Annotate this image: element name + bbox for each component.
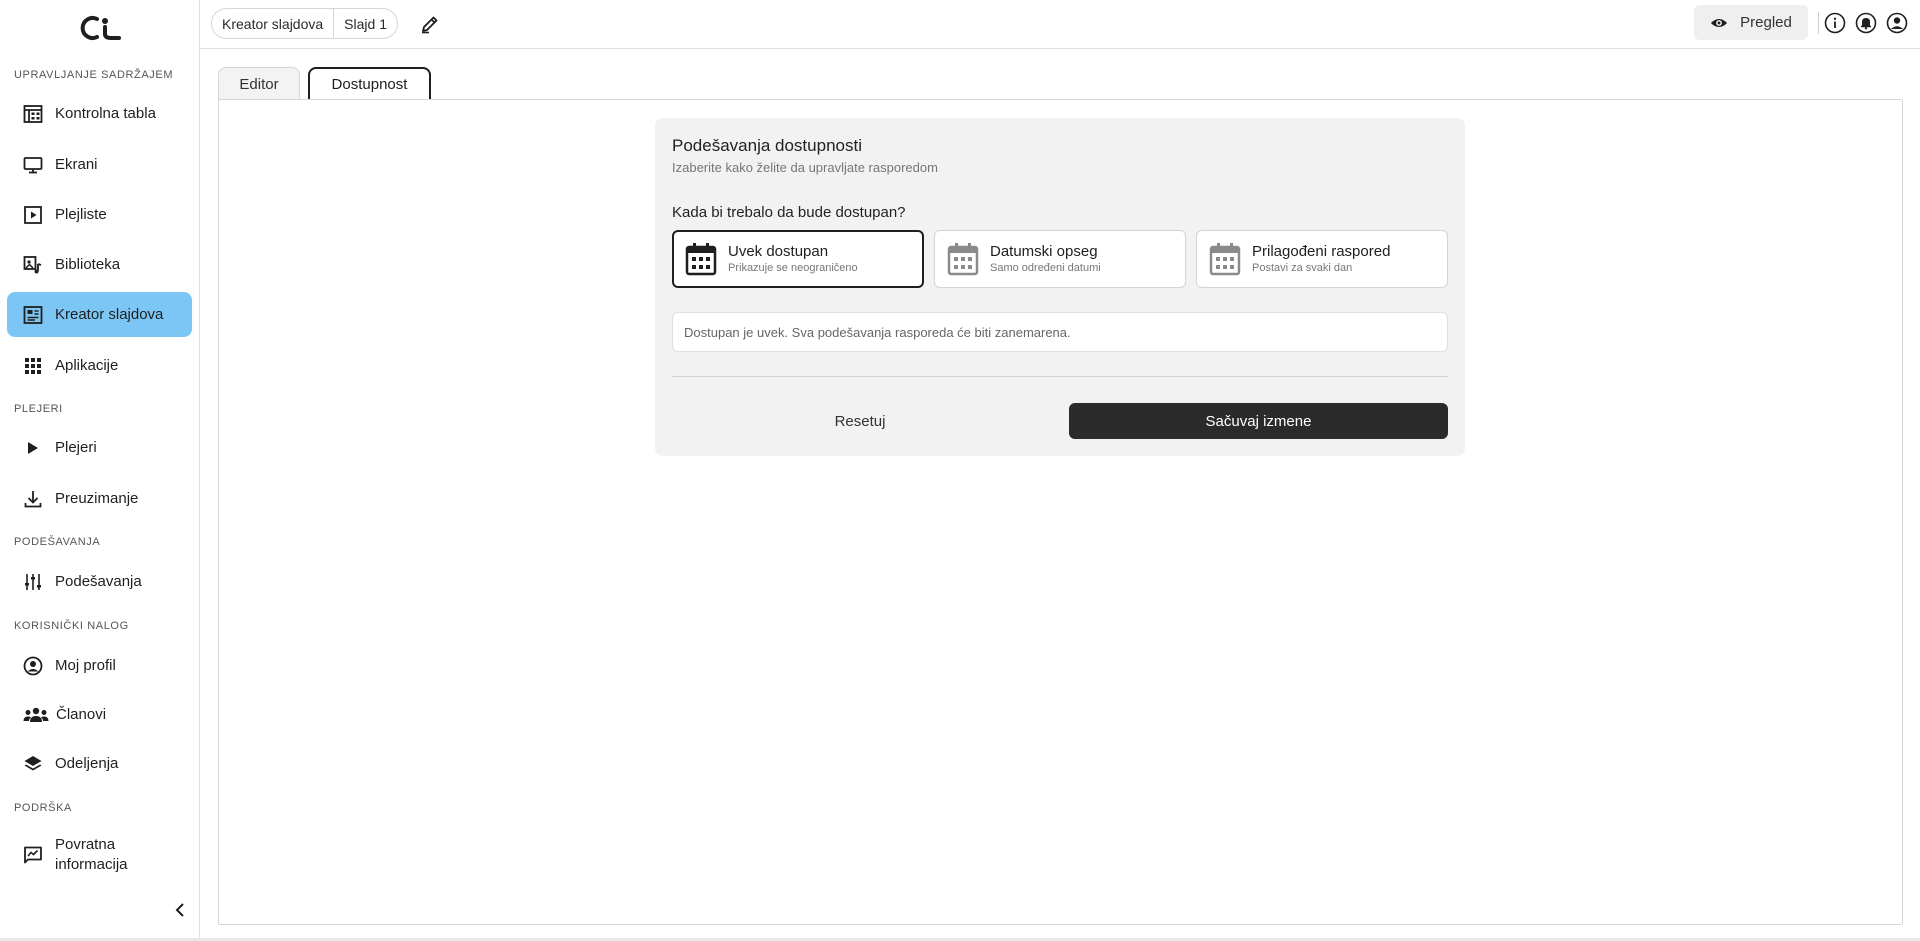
- card-title: Podešavanja dostupnosti: [672, 136, 862, 155]
- calendar-icon: [1209, 243, 1241, 276]
- sidebar-item-departments[interactable]: Odeljenja: [7, 741, 192, 786]
- availability-info-message: Dostupan je uvek. Sva podešavanja raspor…: [672, 312, 1448, 352]
- layers-icon: [23, 754, 43, 774]
- library-icon: [23, 255, 43, 275]
- calendar-icon: [685, 243, 717, 276]
- sidebar-item-label: Plejeri: [55, 438, 97, 456]
- card-subtitle: Izaberite kako želite da upravljate rasp…: [672, 160, 938, 175]
- option-text: Datumski opseg Samo određeni datumi: [990, 243, 1101, 275]
- feedback-icon: [23, 845, 43, 865]
- sidebar-item-label: Kreator slajdova: [55, 305, 164, 323]
- feedback-label-line2: informacija: [55, 856, 128, 873]
- sidebar-item-label: Povratna informacija: [55, 835, 128, 875]
- sidebar-item-label: Članovi: [56, 705, 107, 723]
- option-subtitle: Postavi za svaki dan: [1252, 262, 1353, 274]
- top-bar: Kreator slajdova Slajd 1 Pregled: [200, 0, 1920, 49]
- profile-icon: [23, 656, 43, 676]
- option-subtitle: Samo određeni datumi: [990, 262, 1101, 274]
- sidebar-item-feedback[interactable]: Povratna informacija: [7, 830, 192, 880]
- bell-icon[interactable]: [1855, 12, 1877, 34]
- sidebar-item-label: Aplikacije: [55, 356, 119, 374]
- eye-icon: [1711, 18, 1728, 27]
- info-icon[interactable]: [1824, 12, 1846, 34]
- option-date-range[interactable]: Datumski opseg Samo određeni datumi: [934, 230, 1186, 288]
- sidebar-item-screens[interactable]: Ekrani: [7, 142, 192, 187]
- section-title-players: PLEJERI: [14, 403, 63, 415]
- option-subtitle: Prikazuje se neograničeno: [728, 262, 858, 274]
- sidebar-item-label: Plejliste: [55, 205, 107, 223]
- sidebar-item-label: Kontrolna tabla: [55, 104, 156, 122]
- option-text: Prilagođeni raspored Postavi za svaki da…: [1252, 243, 1390, 275]
- sidebar-item-label: Podešavanja: [55, 572, 142, 590]
- breadcrumb: Kreator slajdova Slajd 1: [211, 8, 398, 39]
- edit-icon[interactable]: [420, 14, 440, 34]
- apps-grid-icon: [23, 356, 43, 376]
- availability-question: Kada bi trebalo da bude dostupan?: [672, 204, 906, 221]
- monitor-icon: [23, 155, 43, 175]
- sidebar-item-players[interactable]: Plejeri: [7, 425, 192, 470]
- sidebar-item-label: Ekrani: [55, 155, 98, 173]
- sliders-icon: [23, 572, 43, 592]
- divider: [1818, 12, 1819, 34]
- save-changes-button[interactable]: Sačuvaj izmene: [1069, 403, 1448, 439]
- sidebar-item-label: Preuzimanje: [55, 489, 139, 507]
- sidebar-item-members[interactable]: Članovi: [7, 692, 192, 737]
- members-icon: [23, 705, 49, 725]
- sidebar-item-label: Moj profil: [55, 656, 116, 674]
- dashboard-icon: [23, 104, 43, 124]
- sidebar-item-profile[interactable]: Moj profil: [7, 643, 192, 688]
- tab-editor[interactable]: Editor: [218, 67, 300, 100]
- sidebar-item-label: Odeljenja: [55, 754, 119, 772]
- option-text: Uvek dostupan Prikazuje se neograničeno: [728, 243, 858, 275]
- breadcrumb-item-current[interactable]: Slajd 1: [333, 9, 397, 38]
- section-title-account: KORISNIČKI NALOG: [14, 620, 129, 632]
- sidebar-item-slide-creator[interactable]: Kreator slajdova: [7, 292, 192, 337]
- option-title: Datumski opseg: [990, 243, 1098, 260]
- sidebar-item-apps[interactable]: Aplikacije: [7, 343, 192, 388]
- sidebar-item-downloads[interactable]: Preuzimanje: [7, 476, 192, 521]
- option-title: Uvek dostupan: [728, 243, 829, 260]
- option-custom-schedule[interactable]: Prilagođeni raspored Postavi za svaki da…: [1196, 230, 1448, 288]
- preview-label: Pregled: [1740, 14, 1792, 31]
- play-icon: [23, 438, 43, 458]
- option-always-available[interactable]: Uvek dostupan Prikazuje se neograničeno: [672, 230, 924, 288]
- sidebar: UPRAVLJANJE SADRŽAJEM Kontrolna tabla Ek…: [0, 0, 200, 941]
- calendar-icon: [947, 243, 979, 276]
- chevron-left-icon[interactable]: [170, 900, 190, 920]
- download-icon: [23, 489, 43, 509]
- preview-button[interactable]: Pregled: [1694, 5, 1808, 40]
- sidebar-item-label: Biblioteka: [55, 255, 121, 273]
- slide-creator-icon: [23, 305, 43, 325]
- divider: [672, 376, 1448, 377]
- availability-settings-card: Podešavanja dostupnosti Izaberite kako ž…: [655, 118, 1465, 456]
- sidebar-item-library[interactable]: Biblioteka: [7, 242, 192, 287]
- section-title-settings: PODEŠAVANJA: [14, 536, 101, 548]
- option-title: Prilagođeni raspored: [1252, 243, 1391, 260]
- sidebar-item-playlists[interactable]: Plejliste: [7, 192, 192, 237]
- sidebar-item-dashboard[interactable]: Kontrolna tabla: [7, 91, 192, 136]
- account-icon[interactable]: [1886, 12, 1908, 34]
- section-title-content: UPRAVLJANJE SADRŽAJEM: [14, 69, 174, 81]
- tab-availability[interactable]: Dostupnost: [308, 67, 431, 100]
- feedback-label-line1: Povratna: [55, 836, 116, 853]
- reset-button[interactable]: Resetuj: [672, 403, 1048, 439]
- playlist-icon: [23, 205, 43, 225]
- breadcrumb-item[interactable]: Kreator slajdova: [212, 9, 333, 38]
- sidebar-item-settings[interactable]: Podešavanja: [7, 559, 192, 604]
- section-title-support: PODRŠKA: [14, 802, 72, 814]
- app-logo[interactable]: [75, 14, 125, 42]
